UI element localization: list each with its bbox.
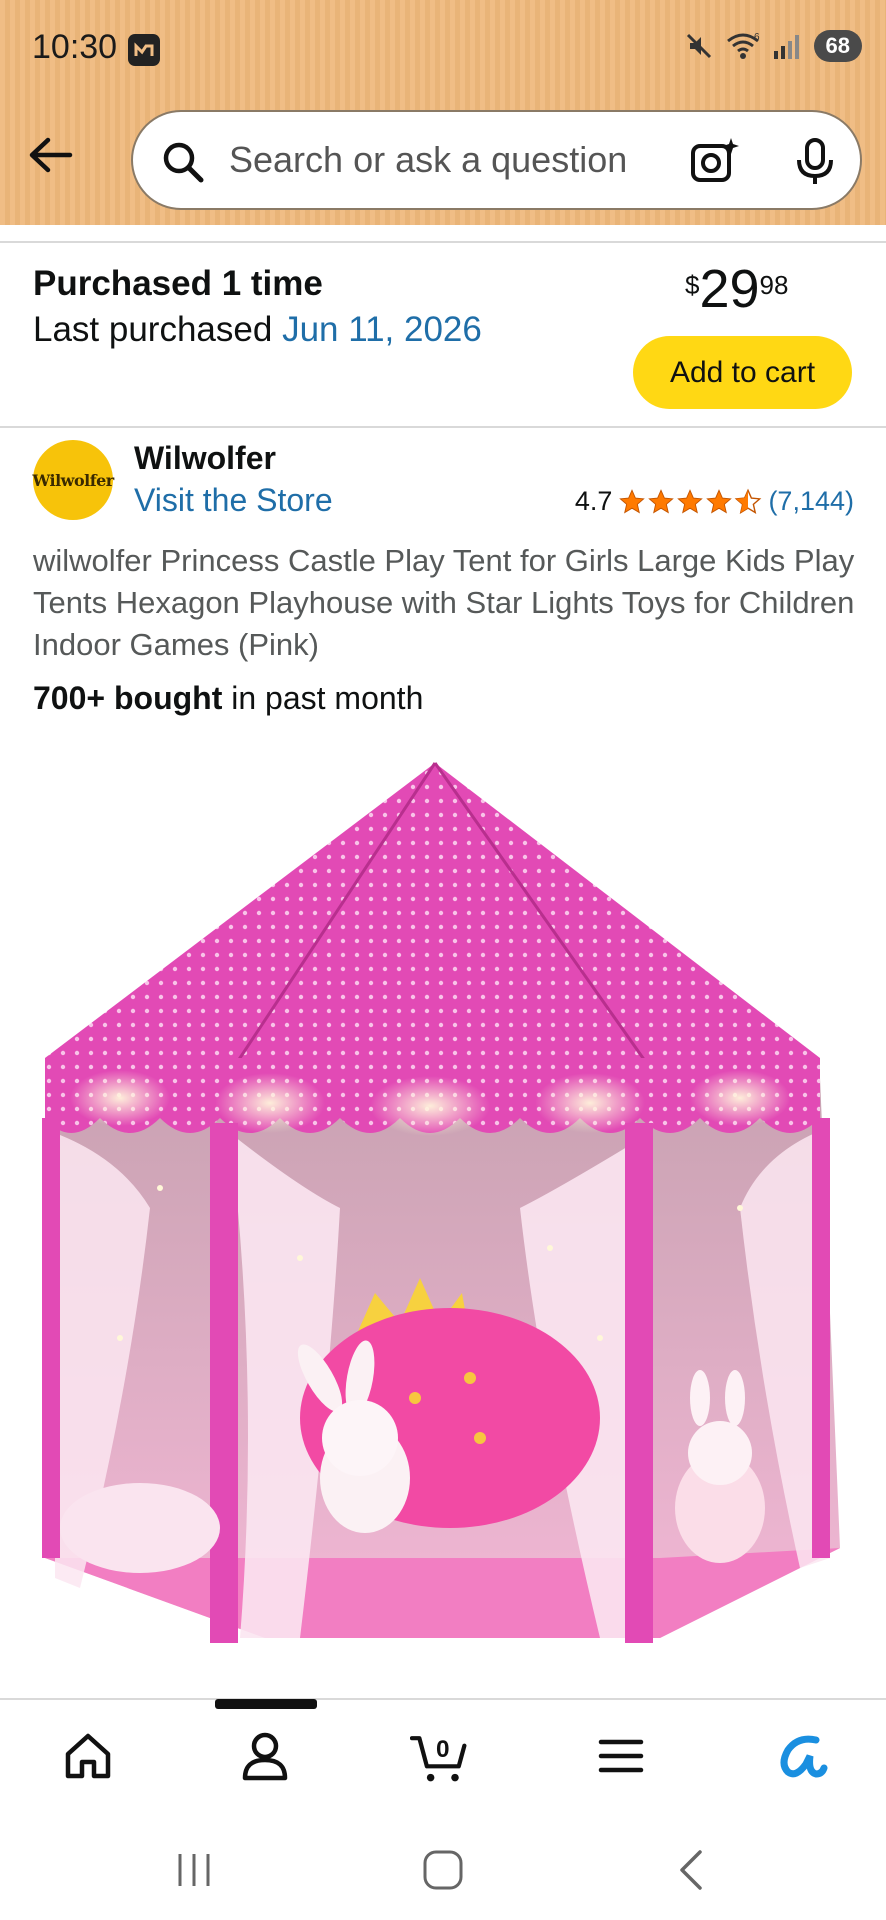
nav-cart[interactable]: 0	[410, 1726, 470, 1786]
app-header: 10:30 6 68 Search or ask a question	[0, 0, 886, 225]
menu-icon	[598, 1739, 644, 1773]
last-purchased-date[interactable]: Jun 11, 2026	[282, 310, 482, 349]
price-fraction: 98	[759, 270, 789, 300]
nav-rufus[interactable]	[770, 1726, 830, 1786]
brand-logo-text: Wilwolfer	[32, 470, 114, 490]
last-purchased: Last purchased Jun 11, 2026	[33, 310, 482, 350]
star-icon	[677, 488, 704, 513]
mute-icon	[686, 33, 711, 59]
status-icons: 6 68	[684, 30, 862, 62]
visit-store-link[interactable]: Visit the Store	[134, 482, 333, 519]
home-button-icon[interactable]	[421, 1848, 465, 1892]
bought-in-past-month: 700+ bought in past month	[33, 680, 423, 717]
rating[interactable]: 4.7 (7,144)	[575, 486, 854, 517]
status-bar: 10:30 6 68	[0, 0, 886, 100]
product-image[interactable]	[0, 738, 886, 1668]
notification-icon	[128, 34, 160, 66]
scroll-indicator	[215, 1699, 317, 1709]
nav-account[interactable]	[235, 1726, 295, 1786]
brand-logo[interactable]: Wilwolfer	[32, 440, 114, 520]
camera-search-icon[interactable]	[687, 134, 741, 188]
system-nav-bar	[0, 1810, 886, 1920]
price: $ 29 98	[685, 262, 788, 316]
nav-menu[interactable]	[591, 1726, 651, 1786]
rating-count[interactable]: (7,144)	[768, 486, 854, 517]
cart-count: 0	[436, 1736, 450, 1763]
bought-suffix: in past month	[222, 680, 424, 716]
battery-indicator: 68	[813, 30, 862, 62]
star-icon	[648, 488, 675, 513]
search-icon	[163, 142, 204, 183]
price-currency: $	[685, 270, 700, 300]
divider	[0, 241, 886, 243]
price-whole: 29	[699, 259, 760, 319]
brand-name: Wilwolfer	[134, 440, 276, 476]
search-bar[interactable]: Search or ask a question	[131, 110, 862, 210]
star-icon	[706, 488, 733, 513]
wifi-label: 6	[754, 32, 760, 43]
home-icon	[65, 1733, 111, 1779]
bought-count: 700+ bought	[33, 680, 223, 716]
half-star-icon	[735, 488, 762, 514]
star-icon	[619, 488, 646, 513]
product-title: wilwolfer Princess Castle Play Tent for …	[33, 543, 855, 662]
search-input[interactable]: Search or ask a question	[229, 139, 627, 181]
wifi-icon: 6	[726, 32, 760, 59]
rating-value: 4.7	[574, 486, 613, 516]
cart-icon: 0	[410, 1736, 467, 1782]
add-to-cart-button[interactable]: Add to cart	[633, 336, 852, 409]
divider	[0, 426, 886, 428]
purchase-count: Purchased 1 time	[33, 264, 323, 303]
last-purchased-label: Last purchased	[33, 310, 273, 349]
rating-stars	[618, 488, 762, 516]
rufus-icon	[780, 1735, 828, 1778]
back-nav-icon[interactable]	[672, 1848, 712, 1892]
back-button[interactable]	[26, 130, 76, 180]
account-icon	[242, 1732, 288, 1781]
nav-home[interactable]	[58, 1726, 118, 1786]
status-time: 10:30	[32, 28, 118, 66]
mic-icon[interactable]	[793, 136, 837, 188]
recents-icon[interactable]	[172, 1850, 216, 1890]
signal-icon	[773, 35, 799, 59]
bottom-nav: 0	[0, 1700, 886, 1810]
